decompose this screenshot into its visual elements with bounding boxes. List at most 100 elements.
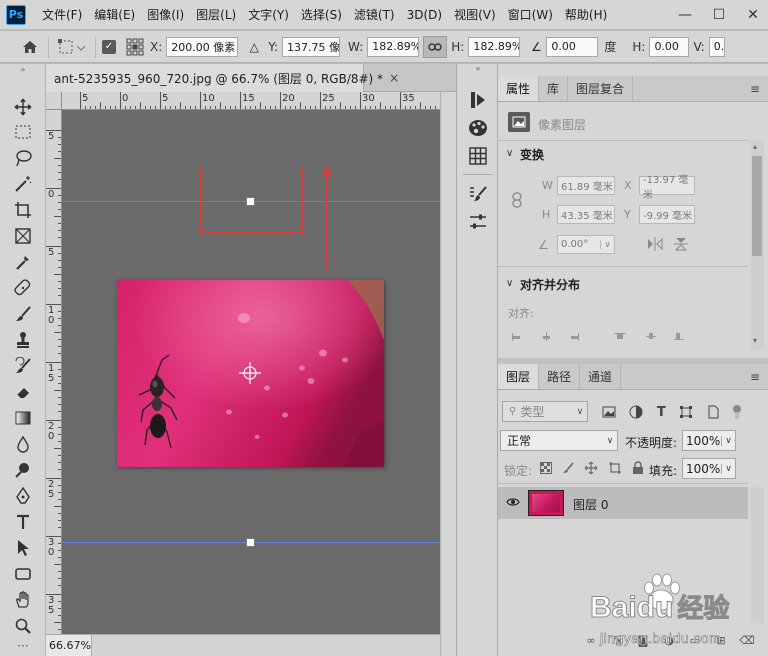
eraser-tool-icon[interactable] bbox=[11, 381, 35, 403]
marquee-tool-icon[interactable] bbox=[11, 121, 35, 143]
layer-name[interactable]: 图层 0 bbox=[573, 496, 608, 513]
adjustments-panel-icon[interactable] bbox=[468, 212, 488, 232]
eyedropper-tool-icon[interactable] bbox=[11, 251, 35, 273]
frame-tool-icon[interactable] bbox=[11, 225, 35, 247]
lock-position-icon[interactable] bbox=[584, 461, 598, 475]
blur-tool-icon[interactable] bbox=[11, 433, 35, 455]
y-field[interactable]: -9.99 毫米 bbox=[639, 205, 695, 224]
menu-view[interactable]: 视图(V) bbox=[448, 0, 502, 30]
eye-icon[interactable] bbox=[506, 496, 520, 511]
menu-filter[interactable]: 滤镜(T) bbox=[348, 0, 401, 30]
transform-handle-bottom[interactable] bbox=[246, 538, 255, 547]
x-position-field[interactable]: 200.00 像素 bbox=[166, 36, 239, 57]
width-field[interactable]: 61.89 毫米 bbox=[557, 176, 615, 195]
v-skew-field[interactable]: 0.0 bbox=[708, 36, 725, 57]
h-skew-field[interactable]: 0.00 bbox=[649, 36, 690, 57]
lock-image-icon[interactable] bbox=[562, 462, 574, 474]
height-scale-field[interactable]: 182.89% bbox=[468, 36, 521, 57]
tab-layers[interactable]: 图层 bbox=[498, 364, 540, 389]
menu-select[interactable]: 选择(S) bbox=[295, 0, 348, 30]
lasso-tool-icon[interactable] bbox=[11, 147, 35, 169]
filter-shape-icon[interactable] bbox=[679, 405, 693, 419]
filter-toggle-icon[interactable] bbox=[732, 404, 742, 420]
chevron-down-icon[interactable]: ∨ bbox=[506, 148, 513, 159]
color-panel-icon[interactable] bbox=[468, 118, 488, 138]
scroll-up-icon[interactable]: ▴ bbox=[753, 142, 757, 151]
link-ratio-icon[interactable] bbox=[423, 35, 448, 58]
expand-panels-icon[interactable]: « bbox=[457, 64, 499, 74]
rotation-angle-field[interactable]: 0.00 bbox=[546, 36, 599, 57]
fill-field[interactable]: 100% ∨ bbox=[682, 458, 736, 479]
close-icon[interactable]: × bbox=[389, 71, 399, 85]
vertical-scrollbar[interactable] bbox=[440, 92, 456, 656]
dodge-tool-icon[interactable] bbox=[11, 459, 35, 481]
move-tool-icon[interactable] bbox=[11, 96, 35, 118]
close-window-button[interactable]: ✕ bbox=[738, 3, 768, 27]
filter-adjustment-icon[interactable] bbox=[629, 405, 643, 419]
flip-vertical-icon[interactable] bbox=[674, 236, 688, 255]
tab-properties[interactable]: 属性 bbox=[498, 76, 540, 101]
flip-horizontal-icon[interactable] bbox=[646, 237, 664, 254]
pen-tool-icon[interactable] bbox=[11, 485, 35, 507]
image-layer[interactable] bbox=[117, 280, 384, 467]
scroll-thumb[interactable] bbox=[752, 156, 762, 256]
restore-button[interactable]: ☐ bbox=[704, 3, 734, 27]
tab-channels[interactable]: 通道 bbox=[580, 364, 622, 389]
transform-tool-icon[interactable] bbox=[55, 36, 89, 58]
menu-type[interactable]: 文字(Y) bbox=[242, 0, 295, 30]
layer-filter-select[interactable]: ⚲ 类型 ∨ bbox=[502, 401, 588, 422]
blend-mode-select[interactable]: 正常 ∨ bbox=[500, 430, 618, 451]
more-tools-icon[interactable]: ··· bbox=[11, 639, 35, 653]
properties-scrollbar[interactable]: ▴ ▾ bbox=[750, 140, 764, 350]
rectangle-tool-icon[interactable] bbox=[11, 563, 35, 585]
zoom-level-field[interactable]: 66.67% bbox=[46, 635, 92, 656]
menu-file[interactable]: 文件(F) bbox=[36, 0, 88, 30]
canvas-area[interactable] bbox=[62, 110, 440, 634]
path-selection-tool-icon[interactable] bbox=[11, 537, 35, 559]
lock-artboard-icon[interactable] bbox=[608, 461, 622, 475]
menu-layer[interactable]: 图层(L) bbox=[190, 0, 242, 30]
brush-tool-icon[interactable] bbox=[11, 303, 35, 325]
menu-image[interactable]: 图像(I) bbox=[141, 0, 190, 30]
filter-type-icon[interactable]: T bbox=[657, 405, 666, 420]
layer-row[interactable]: 图层 0 bbox=[498, 487, 748, 519]
angle-field[interactable]: 0.00° ∨ bbox=[557, 235, 615, 254]
y-position-field[interactable]: 137.75 像素 bbox=[282, 36, 341, 57]
tab-layer-comps[interactable]: 图层复合 bbox=[568, 76, 634, 101]
chevron-down-icon[interactable]: ∨ bbox=[600, 240, 614, 249]
panel-menu-icon[interactable]: ≡ bbox=[742, 76, 768, 101]
filter-pixel-icon[interactable] bbox=[602, 406, 616, 418]
history-panel-icon[interactable] bbox=[468, 90, 488, 110]
menu-help[interactable]: 帮助(H) bbox=[559, 0, 613, 30]
opacity-field[interactable]: 100% ∨ bbox=[682, 430, 736, 451]
healing-brush-tool-icon[interactable] bbox=[11, 277, 35, 299]
type-tool-icon[interactable] bbox=[11, 511, 35, 533]
height-field[interactable]: 43.35 毫米 bbox=[557, 205, 615, 224]
minimize-button[interactable]: — bbox=[670, 3, 700, 27]
vertical-ruler[interactable]: 5 0 5 1 0 1 5 2 0 2 5 3 0 3 5 bbox=[46, 110, 62, 634]
width-scale-field[interactable]: 182.89% bbox=[367, 36, 420, 57]
hand-tool-icon[interactable] bbox=[11, 589, 35, 611]
document-tab[interactable]: ant-5235935_960_720.jpg @ 66.7% (图层 0, R… bbox=[46, 64, 399, 92]
x-field[interactable]: -13.97 毫米 bbox=[639, 175, 695, 201]
lock-transparent-icon[interactable] bbox=[540, 462, 552, 474]
ruler-origin[interactable] bbox=[46, 92, 62, 110]
tab-paths[interactable]: 路径 bbox=[539, 364, 581, 389]
transform-handle-top[interactable] bbox=[246, 197, 255, 206]
chevron-down-icon[interactable]: ∨ bbox=[506, 278, 513, 289]
scroll-down-icon[interactable]: ▾ bbox=[753, 336, 757, 345]
home-icon[interactable] bbox=[18, 36, 42, 58]
crop-tool-icon[interactable] bbox=[11, 199, 35, 221]
gradient-tool-icon[interactable] bbox=[11, 407, 35, 429]
filter-smart-object-icon[interactable] bbox=[707, 405, 719, 419]
panel-menu-icon[interactable]: ≡ bbox=[742, 364, 768, 389]
tab-libraries[interactable]: 库 bbox=[539, 76, 569, 101]
reference-point-grid-icon[interactable] bbox=[124, 36, 146, 58]
clone-stamp-tool-icon[interactable] bbox=[11, 329, 35, 351]
delta-icon[interactable]: △ bbox=[244, 40, 264, 54]
collapse-toolbar-icon[interactable]: » bbox=[11, 64, 35, 74]
menu-edit[interactable]: 编辑(E) bbox=[88, 0, 141, 30]
swatches-panel-icon[interactable] bbox=[468, 146, 488, 166]
menu-3d[interactable]: 3D(D) bbox=[401, 0, 448, 30]
layer-thumbnail[interactable] bbox=[528, 490, 564, 516]
